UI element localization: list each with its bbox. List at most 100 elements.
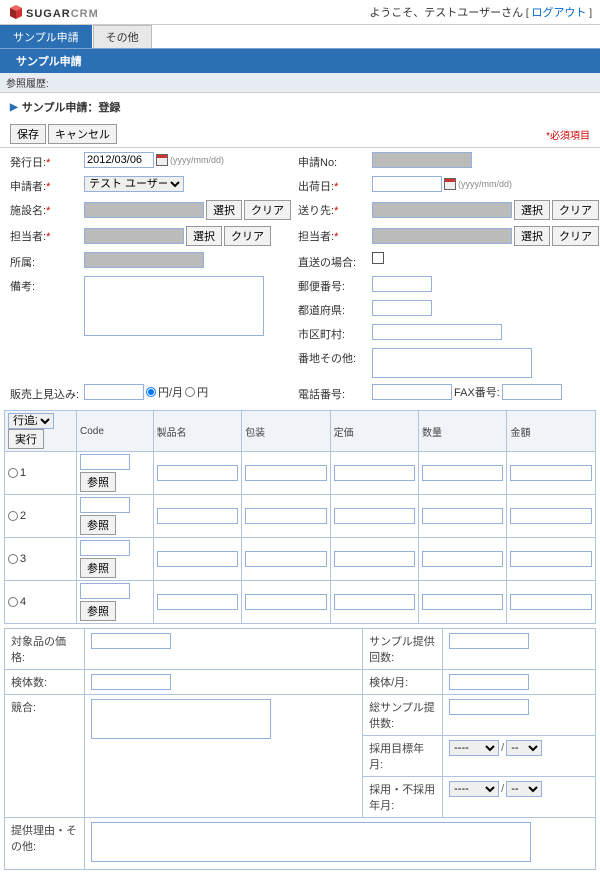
addr-textarea[interactable] — [372, 348, 532, 378]
name-input[interactable] — [157, 551, 238, 567]
col-code: Code — [77, 411, 154, 452]
pkg-input[interactable] — [245, 551, 326, 567]
table-row: 2参照 — [5, 495, 596, 538]
pic2-field — [372, 228, 512, 244]
cancel-button[interactable]: キャンセル — [48, 124, 117, 144]
unit-radio-month[interactable] — [146, 387, 156, 397]
addr-label: 番地その他: — [298, 348, 368, 366]
amt-input[interactable] — [510, 594, 592, 610]
amt-input[interactable] — [510, 551, 592, 567]
ship-date-input[interactable] — [372, 176, 442, 192]
lower-table: 対象品の価格: サンプル提供回数: 検体数: 検体/月: 競合: 総サンプル提供… — [4, 628, 596, 870]
price-input[interactable] — [334, 465, 415, 481]
pkg-input[interactable] — [245, 465, 326, 481]
price-input[interactable] — [334, 551, 415, 567]
code-input[interactable] — [80, 497, 130, 513]
competitor-textarea[interactable] — [91, 699, 271, 739]
price-input[interactable] — [334, 508, 415, 524]
subtab-sample-request[interactable]: サンプル申請 — [0, 51, 98, 71]
col-name: 製品名 — [153, 411, 241, 452]
specimen-month-input[interactable] — [449, 674, 529, 690]
direct-checkbox[interactable] — [372, 252, 384, 264]
department-label: 所属: — [10, 252, 80, 270]
tab-other[interactable]: その他 — [93, 25, 152, 48]
ref-button[interactable]: 参照 — [80, 601, 116, 621]
qty-input[interactable] — [422, 551, 503, 567]
adopt-year-select[interactable]: ---- — [449, 781, 499, 797]
required-note: *必須項目 — [546, 127, 590, 142]
row-radio[interactable] — [8, 597, 18, 607]
target-price-input[interactable] — [91, 633, 171, 649]
facility-clear-button[interactable]: クリア — [244, 200, 291, 220]
pic-select-button[interactable]: 選択 — [186, 226, 222, 246]
target-year-select[interactable]: ---- — [449, 740, 499, 756]
date-format-hint: (yyyy/mm/dd) — [170, 155, 224, 165]
specimen-input[interactable] — [91, 674, 171, 690]
save-button[interactable]: 保存 — [10, 124, 46, 144]
note-textarea[interactable] — [84, 276, 264, 336]
ref-button[interactable]: 参照 — [80, 515, 116, 535]
specimen-label: 検体数: — [5, 670, 85, 695]
supply-count-label: サンプル提供回数: — [363, 629, 443, 670]
triangle-icon: ▶ — [10, 102, 18, 113]
facility-field — [84, 202, 204, 218]
calendar-icon[interactable] — [444, 178, 456, 190]
unit-radio-yen[interactable] — [185, 387, 195, 397]
qty-input[interactable] — [422, 465, 503, 481]
code-input[interactable] — [80, 540, 130, 556]
applicant-select[interactable]: テスト ユーザー — [84, 176, 184, 192]
name-input[interactable] — [157, 465, 238, 481]
issue-date-input[interactable] — [84, 152, 154, 168]
calendar-icon[interactable] — [156, 154, 168, 166]
adopt-ym-label: 採用・不採用年月: — [363, 777, 443, 818]
row-radio[interactable] — [8, 468, 18, 478]
ref-button[interactable]: 参照 — [80, 558, 116, 578]
amt-input[interactable] — [510, 508, 592, 524]
logo-text-bold: SUGAR — [26, 8, 71, 20]
user-info: ようこそ、テストユーザーさん [ ログアウト ] — [369, 4, 592, 20]
name-input[interactable] — [157, 594, 238, 610]
unit-month-label: 円/月 — [158, 384, 183, 400]
total-supply-label: 総サンプル提供数: — [363, 695, 443, 736]
name-input[interactable] — [157, 508, 238, 524]
exec-button[interactable]: 実行 — [8, 429, 44, 449]
qty-input[interactable] — [422, 508, 503, 524]
target-month-select[interactable]: -- — [506, 740, 542, 756]
ref-button[interactable]: 参照 — [80, 472, 116, 492]
logout-link[interactable]: ログアウト — [531, 7, 586, 19]
pkg-input[interactable] — [245, 594, 326, 610]
supply-count-input[interactable] — [449, 633, 529, 649]
zip-input[interactable] — [372, 276, 432, 292]
pic2-clear-button[interactable]: クリア — [552, 226, 599, 246]
city-input[interactable] — [372, 324, 502, 340]
facility-label: 施設名:* — [10, 200, 80, 218]
qty-input[interactable] — [422, 594, 503, 610]
total-supply-input[interactable] — [449, 699, 529, 715]
pic2-select-button[interactable]: 選択 — [514, 226, 550, 246]
sales-input[interactable] — [84, 384, 144, 400]
pic2-label: 担当者:* — [298, 226, 368, 244]
welcome-text: ようこそ、テストユーザーさん — [369, 7, 523, 19]
destination-clear-button[interactable]: クリア — [552, 200, 599, 220]
adopt-month-select[interactable]: -- — [506, 781, 542, 797]
price-input[interactable] — [334, 594, 415, 610]
reason-textarea[interactable] — [91, 822, 531, 862]
destination-select-button[interactable]: 選択 — [514, 200, 550, 220]
tab-sample-request[interactable]: サンプル申請 — [0, 25, 92, 48]
page-title: ▶ サンプル申請：登録 — [0, 93, 600, 121]
code-input[interactable] — [80, 454, 130, 470]
row-radio[interactable] — [8, 511, 18, 521]
facility-select-button[interactable]: 選択 — [206, 200, 242, 220]
row-radio[interactable] — [8, 554, 18, 564]
amt-input[interactable] — [510, 465, 592, 481]
pic-clear-button[interactable]: クリア — [224, 226, 271, 246]
fax-input[interactable] — [502, 384, 562, 400]
pic-label: 担当者:* — [10, 226, 80, 244]
addrow-select[interactable]: 行追加 — [8, 413, 54, 429]
tel-input[interactable] — [372, 384, 452, 400]
pref-input[interactable] — [372, 300, 432, 316]
code-input[interactable] — [80, 583, 130, 599]
logo-text-light: CRM — [71, 8, 99, 20]
pkg-input[interactable] — [245, 508, 326, 524]
reason-label: 提供理由・その他: — [5, 818, 85, 870]
